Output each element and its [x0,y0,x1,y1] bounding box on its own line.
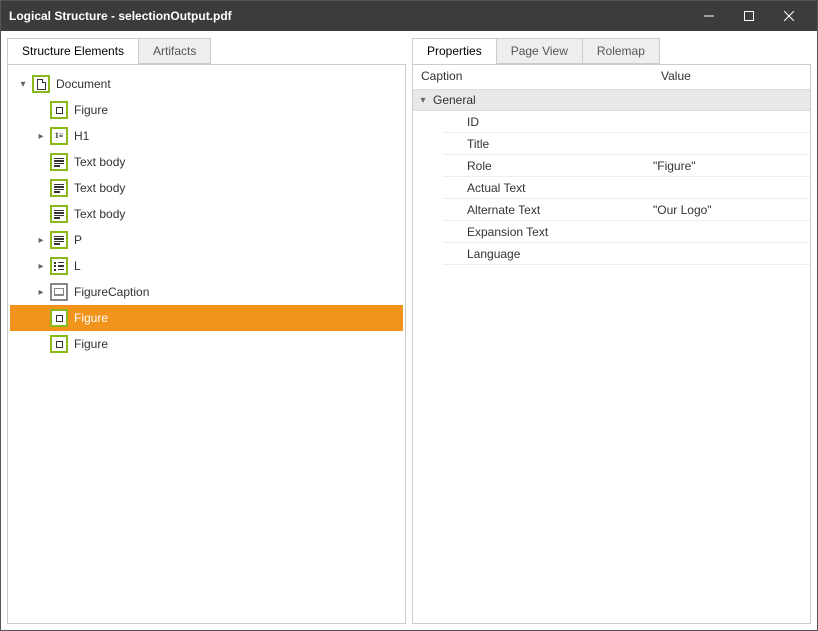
property-caption: Alternate Text [443,203,653,217]
expander-empty [34,207,48,221]
text-icon [50,179,68,197]
header-caption: Caption [413,65,653,89]
property-row[interactable]: Actual Text [443,177,810,199]
tree-label: Text body [74,155,125,169]
properties-panel: Caption Value ▾ General ID Title Role"Figu… [412,64,811,624]
chevron-down-icon[interactable]: ▾ [16,77,30,91]
property-group-label: General [433,93,476,107]
property-row[interactable]: Expansion Text [443,221,810,243]
tree-row[interactable]: Figure [10,305,403,331]
window-title: Logical Structure - selectionOutput.pdf [9,9,689,23]
tree-label: FigureCaption [74,285,149,299]
property-caption: Expansion Text [443,225,653,239]
titlebar: Logical Structure - selectionOutput.pdf [1,1,817,31]
tab-rolemap[interactable]: Rolemap [582,38,660,64]
tree-label: Figure [74,337,108,351]
property-caption: ID [443,115,653,129]
tree-label: P [74,233,82,247]
close-button[interactable] [769,1,809,31]
list-icon [50,257,68,275]
property-value: "Figure" [653,159,810,173]
property-caption: Actual Text [443,181,653,195]
chevron-down-icon: ▾ [413,95,433,106]
tree-row[interactable]: ▸L [10,253,403,279]
text-icon [50,153,68,171]
property-row[interactable]: ID [443,111,810,133]
tab-page-view[interactable]: Page View [496,38,583,64]
square-icon [50,101,68,119]
property-value: "Our Logo" [653,203,810,217]
chevron-right-icon[interactable]: ▸ [34,233,48,247]
property-row[interactable]: Title [443,133,810,155]
chevron-right-icon[interactable]: ▸ [34,285,48,299]
tree-row[interactable]: Figure [10,97,403,123]
left-tabs: Structure Elements Artifacts [7,38,406,65]
text-icon [50,231,68,249]
text-icon [50,205,68,223]
property-caption: Title [443,137,653,151]
expander-empty [34,155,48,169]
chevron-right-icon[interactable]: ▸ [34,259,48,273]
minimize-button[interactable] [689,1,729,31]
tab-properties[interactable]: Properties [412,38,497,64]
tree-label: Text body [74,181,125,195]
left-pane: Structure Elements Artifacts ▾ Document Fi… [7,37,406,624]
structure-tree: ▾DocumentFigure▸1≡H1Text bodyText bodyTe… [7,64,406,624]
tree-row[interactable]: ▸ FigureCaption [10,279,403,305]
caption-icon [50,283,68,301]
tree-label: Figure [74,103,108,117]
property-group-general[interactable]: ▾ General [413,89,810,111]
square-icon [50,309,68,327]
tree-row-document[interactable]: ▾ Document [10,71,403,97]
tree-row[interactable]: Text body [10,201,403,227]
expander-empty [34,181,48,195]
expander-empty [34,103,48,117]
property-caption: Language [443,247,653,261]
tree-label: Text body [74,207,125,221]
maximize-button[interactable] [729,1,769,31]
tree-label: Document [56,77,111,91]
property-row[interactable]: Role"Figure" [443,155,810,177]
tree-row[interactable]: Text body [10,149,403,175]
tree-label: Figure [74,311,108,325]
doc-icon [32,75,50,93]
expander-empty [34,311,48,325]
header-value: Value [653,65,699,89]
tree-row[interactable]: ▸1≡ H1 [10,123,403,149]
tree-row[interactable]: ▸P [10,227,403,253]
tab-structure-elements[interactable]: Structure Elements [7,38,139,64]
square-icon [50,335,68,353]
right-tabs: Properties Page View Rolemap [412,38,811,65]
property-caption: Role [443,159,653,173]
h1-icon: 1≡ [50,127,68,145]
properties-header: Caption Value [413,65,810,89]
chevron-right-icon[interactable]: ▸ [34,129,48,143]
tab-artifacts[interactable]: Artifacts [138,38,211,64]
tree-label: H1 [74,129,89,143]
expander-empty [34,337,48,351]
right-pane: Properties Page View Rolemap Caption Val… [412,37,811,624]
property-row[interactable]: Alternate Text"Our Logo" [443,199,810,221]
property-row[interactable]: Language [443,243,810,265]
tree-row[interactable]: Text body [10,175,403,201]
tree-row[interactable]: Figure [10,331,403,357]
tree-label: L [74,259,81,273]
